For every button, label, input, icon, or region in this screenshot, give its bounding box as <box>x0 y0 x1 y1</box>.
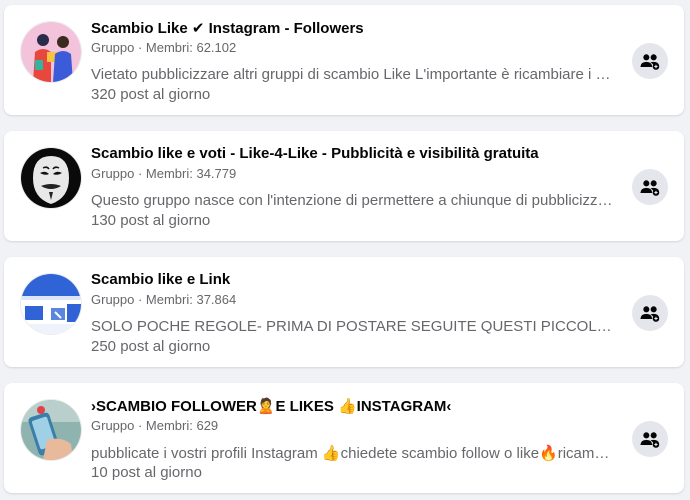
group-join-icon <box>640 54 660 70</box>
group-name-link[interactable]: Scambio Like ✔ Instagram - Followers <box>91 19 614 37</box>
group-name-link[interactable]: Scambio like e Link <box>91 271 614 288</box>
group-card[interactable]: Scambio Like ✔ Instagram - Followers Gru… <box>4 5 684 115</box>
group-join-icon <box>640 306 660 322</box>
group-post-rate: 130 post al giorno <box>91 212 211 229</box>
group-card[interactable]: Scambio like e voti - Like-4-Like - Pubb… <box>4 131 684 241</box>
group-meta: Gruppo · Membri: 62.102 <box>91 40 237 55</box>
group-description: SOLO POCHE REGOLE- PRIMA DI POSTARE SEGU… <box>91 318 613 335</box>
join-group-button[interactable] <box>632 295 668 331</box>
join-group-button[interactable] <box>632 43 668 79</box>
group-post-rate: 320 post al giorno <box>91 86 211 103</box>
group-join-icon <box>640 432 660 448</box>
group-name-link[interactable]: ›SCAMBIO FOLLOWER🙎E LIKES 👍INSTAGRAM‹ <box>91 397 614 415</box>
group-name-link[interactable]: Scambio like e voti - Like-4-Like - Pubb… <box>91 145 614 162</box>
group-meta: Gruppo · Membri: 37.864 <box>91 292 237 307</box>
group-card[interactable]: Scambio like e Link Gruppo · Membri: 37.… <box>4 257 684 367</box>
group-meta: Gruppo · Membri: 629 <box>91 418 219 433</box>
group-avatar[interactable] <box>20 273 82 335</box>
group-avatar[interactable] <box>20 399 82 461</box>
group-avatar[interactable] <box>20 21 82 83</box>
group-card[interactable]: ›SCAMBIO FOLLOWER🙎E LIKES 👍INSTAGRAM‹ Gr… <box>4 383 684 493</box>
group-post-rate: 10 post al giorno <box>91 464 202 481</box>
join-group-button[interactable] <box>632 169 668 205</box>
group-description: Vietato pubblicizzare altri gruppi di sc… <box>91 66 613 83</box>
group-post-rate: 250 post al giorno <box>91 338 211 355</box>
group-description: Questo gruppo nasce con l'intenzione di … <box>91 192 613 209</box>
group-avatar[interactable] <box>20 147 82 209</box>
group-join-icon <box>640 180 660 196</box>
group-description: pubblicate i vostri profili Instagram 👍c… <box>91 445 613 462</box>
join-group-button[interactable] <box>632 421 668 457</box>
group-meta: Gruppo · Membri: 34.779 <box>91 166 237 181</box>
